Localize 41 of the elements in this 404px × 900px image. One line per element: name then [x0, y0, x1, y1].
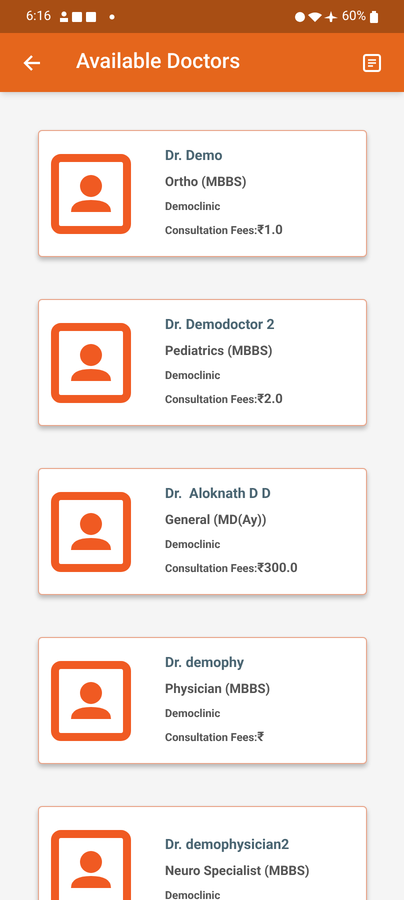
fees-amount: ₹ [257, 729, 264, 748]
doctor-name: Dr. Aloknath D D [165, 485, 272, 504]
clinic-name: Democlinic [165, 198, 222, 215]
clinic-name: Democlinic [165, 888, 222, 900]
doctor-card[interactable]: Dr. Demodoctor 2 Pediatrics (MBBS) Democlinic Consultation Fees:₹2.0 [38, 299, 367, 426]
clinic-name: Democlinic [165, 536, 222, 553]
dot-icon [109, 14, 116, 20]
doctor-avatar-icon [51, 492, 131, 572]
doctor-name: Dr. demophysician2 [165, 836, 290, 855]
doctor-card[interactable]: Dr. demophysician2 Neuro Specialist (MBBS) Democlinic [38, 806, 367, 900]
battery-icon [370, 10, 378, 22]
doctor-avatar-icon [51, 660, 131, 740]
page-title: Available Doctors [76, 48, 242, 76]
doctor-specialty: Pediatrics (MBBS) [165, 343, 274, 362]
fees-label: Consultation Fees: [165, 730, 258, 746]
doctor-avatar-icon [51, 830, 131, 900]
clinic-name: Democlinic [165, 368, 222, 384]
battery-text: 60% [342, 8, 366, 26]
doctor-avatar-icon [51, 322, 131, 402]
fees-label: Consultation Fees: [165, 223, 258, 240]
doctor-specialty: General (MD(Ay)) [165, 512, 268, 530]
doctor-name: Dr. Demodoctor 2 [165, 316, 276, 336]
notes-icon [362, 52, 382, 72]
clock-text: 6:16 [26, 8, 52, 26]
doctor-specialty: Ortho (MBBS) [165, 174, 248, 192]
system-icons [294, 10, 338, 22]
doctor-name: Dr. Demo [165, 147, 224, 166]
doctor-specialty: Neuro Specialist (MBBS) [165, 863, 310, 881]
fees-label: Consultation Fees: [165, 561, 258, 578]
fees-label: Consultation Fees: [165, 392, 258, 408]
fees-amount: ₹300.0 [257, 560, 298, 578]
doctor-card[interactable]: Dr. Aloknath D D General (MD(Ay)) Democlinic Consultation Fees:₹300.0 [38, 468, 367, 595]
doctor-specialty: Physician (MBBS) [165, 681, 270, 700]
doctor-card[interactable]: Dr. Demo Ortho (MBBS) Democlinic Consultation Fees:₹1.0 [38, 130, 367, 257]
fees-amount: ₹2.0 [257, 391, 283, 410]
doctor-card[interactable]: Dr. demophy Physician (MBBS) Democlinic Consultation Fees:₹ [38, 637, 367, 764]
doctor-avatar-icon [51, 154, 131, 234]
doctor-name: Dr. demophy [165, 654, 245, 674]
clinic-name: Democlinic [165, 706, 222, 722]
back-arrow-icon [22, 52, 42, 72]
fees-amount: ₹1.0 [257, 222, 283, 240]
